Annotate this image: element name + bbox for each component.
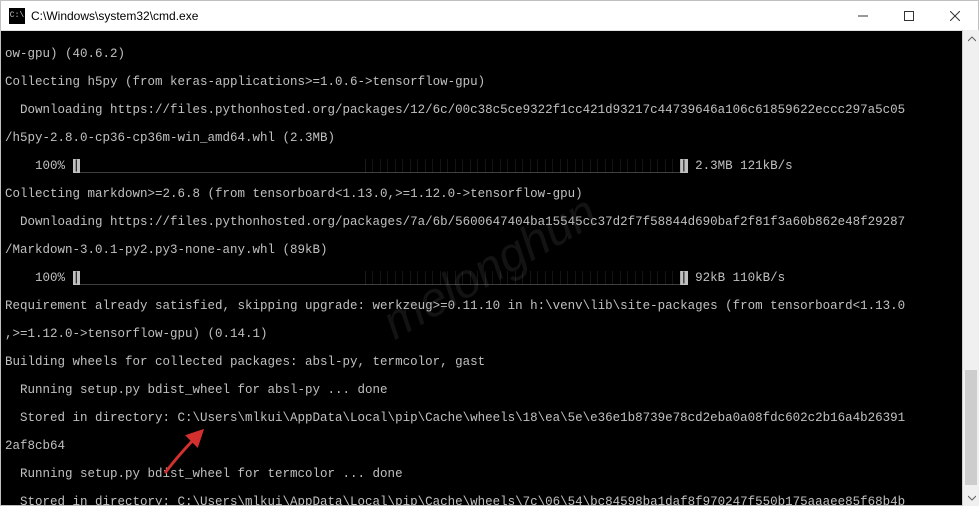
- output-line: Downloading https://files.pythonhosted.o…: [5, 103, 974, 117]
- titlebar[interactable]: C:\ C:\Windows\system32\cmd.exe: [1, 1, 978, 31]
- output-line: Collecting h5py (from keras-applications…: [5, 75, 974, 89]
- output-line: Running setup.py bdist_wheel for termcol…: [5, 467, 974, 481]
- window-controls: [840, 1, 978, 30]
- minimize-button[interactable]: [840, 1, 886, 30]
- output-line: Stored in directory: C:\Users\mlkui\AppD…: [5, 411, 974, 425]
- progress-line: 100% |██████████████████████████████████…: [5, 271, 974, 285]
- output-line: /h5py-2.8.0-cp36-cp36m-win_amd64.whl (2.…: [5, 131, 974, 145]
- output-line: Downloading https://files.pythonhosted.o…: [5, 215, 974, 229]
- output-line: Collecting markdown>=2.6.8 (from tensorb…: [5, 187, 974, 201]
- output-line: Building wheels for collected packages: …: [5, 355, 974, 369]
- maximize-button[interactable]: [886, 1, 932, 30]
- window-title: C:\Windows\system32\cmd.exe: [31, 9, 840, 23]
- progress-line: 100% |██████████████████████████████████…: [5, 159, 974, 173]
- scroll-up-button[interactable]: [963, 30, 979, 47]
- output-line: ,>=1.12.0->tensorflow-gpu) (0.14.1): [5, 327, 974, 341]
- progress-bar: |███████████████████████████████████████…: [73, 271, 688, 285]
- close-button[interactable]: [932, 1, 978, 30]
- scroll-down-button[interactable]: [963, 489, 979, 506]
- cmd-icon: C:\: [9, 8, 25, 24]
- output-line: 2af8cb64: [5, 439, 974, 453]
- output-line: Running setup.py bdist_wheel for absl-py…: [5, 383, 974, 397]
- scroll-thumb[interactable]: [965, 370, 977, 485]
- vertical-scrollbar[interactable]: [962, 30, 979, 506]
- terminal-output[interactable]: ow-gpu) (40.6.2) Collecting h5py (from k…: [1, 31, 978, 505]
- output-line: Stored in directory: C:\Users\mlkui\AppD…: [5, 495, 974, 505]
- cmd-window: C:\ C:\Windows\system32\cmd.exe ow-gpu) …: [0, 0, 979, 506]
- progress-bar: |███████████████████████████████████████…: [73, 159, 688, 173]
- output-line: /Markdown-3.0.1-py2.py3-none-any.whl (89…: [5, 243, 974, 257]
- output-line: ow-gpu) (40.6.2): [5, 47, 974, 61]
- output-line: Requirement already satisfied, skipping …: [5, 299, 974, 313]
